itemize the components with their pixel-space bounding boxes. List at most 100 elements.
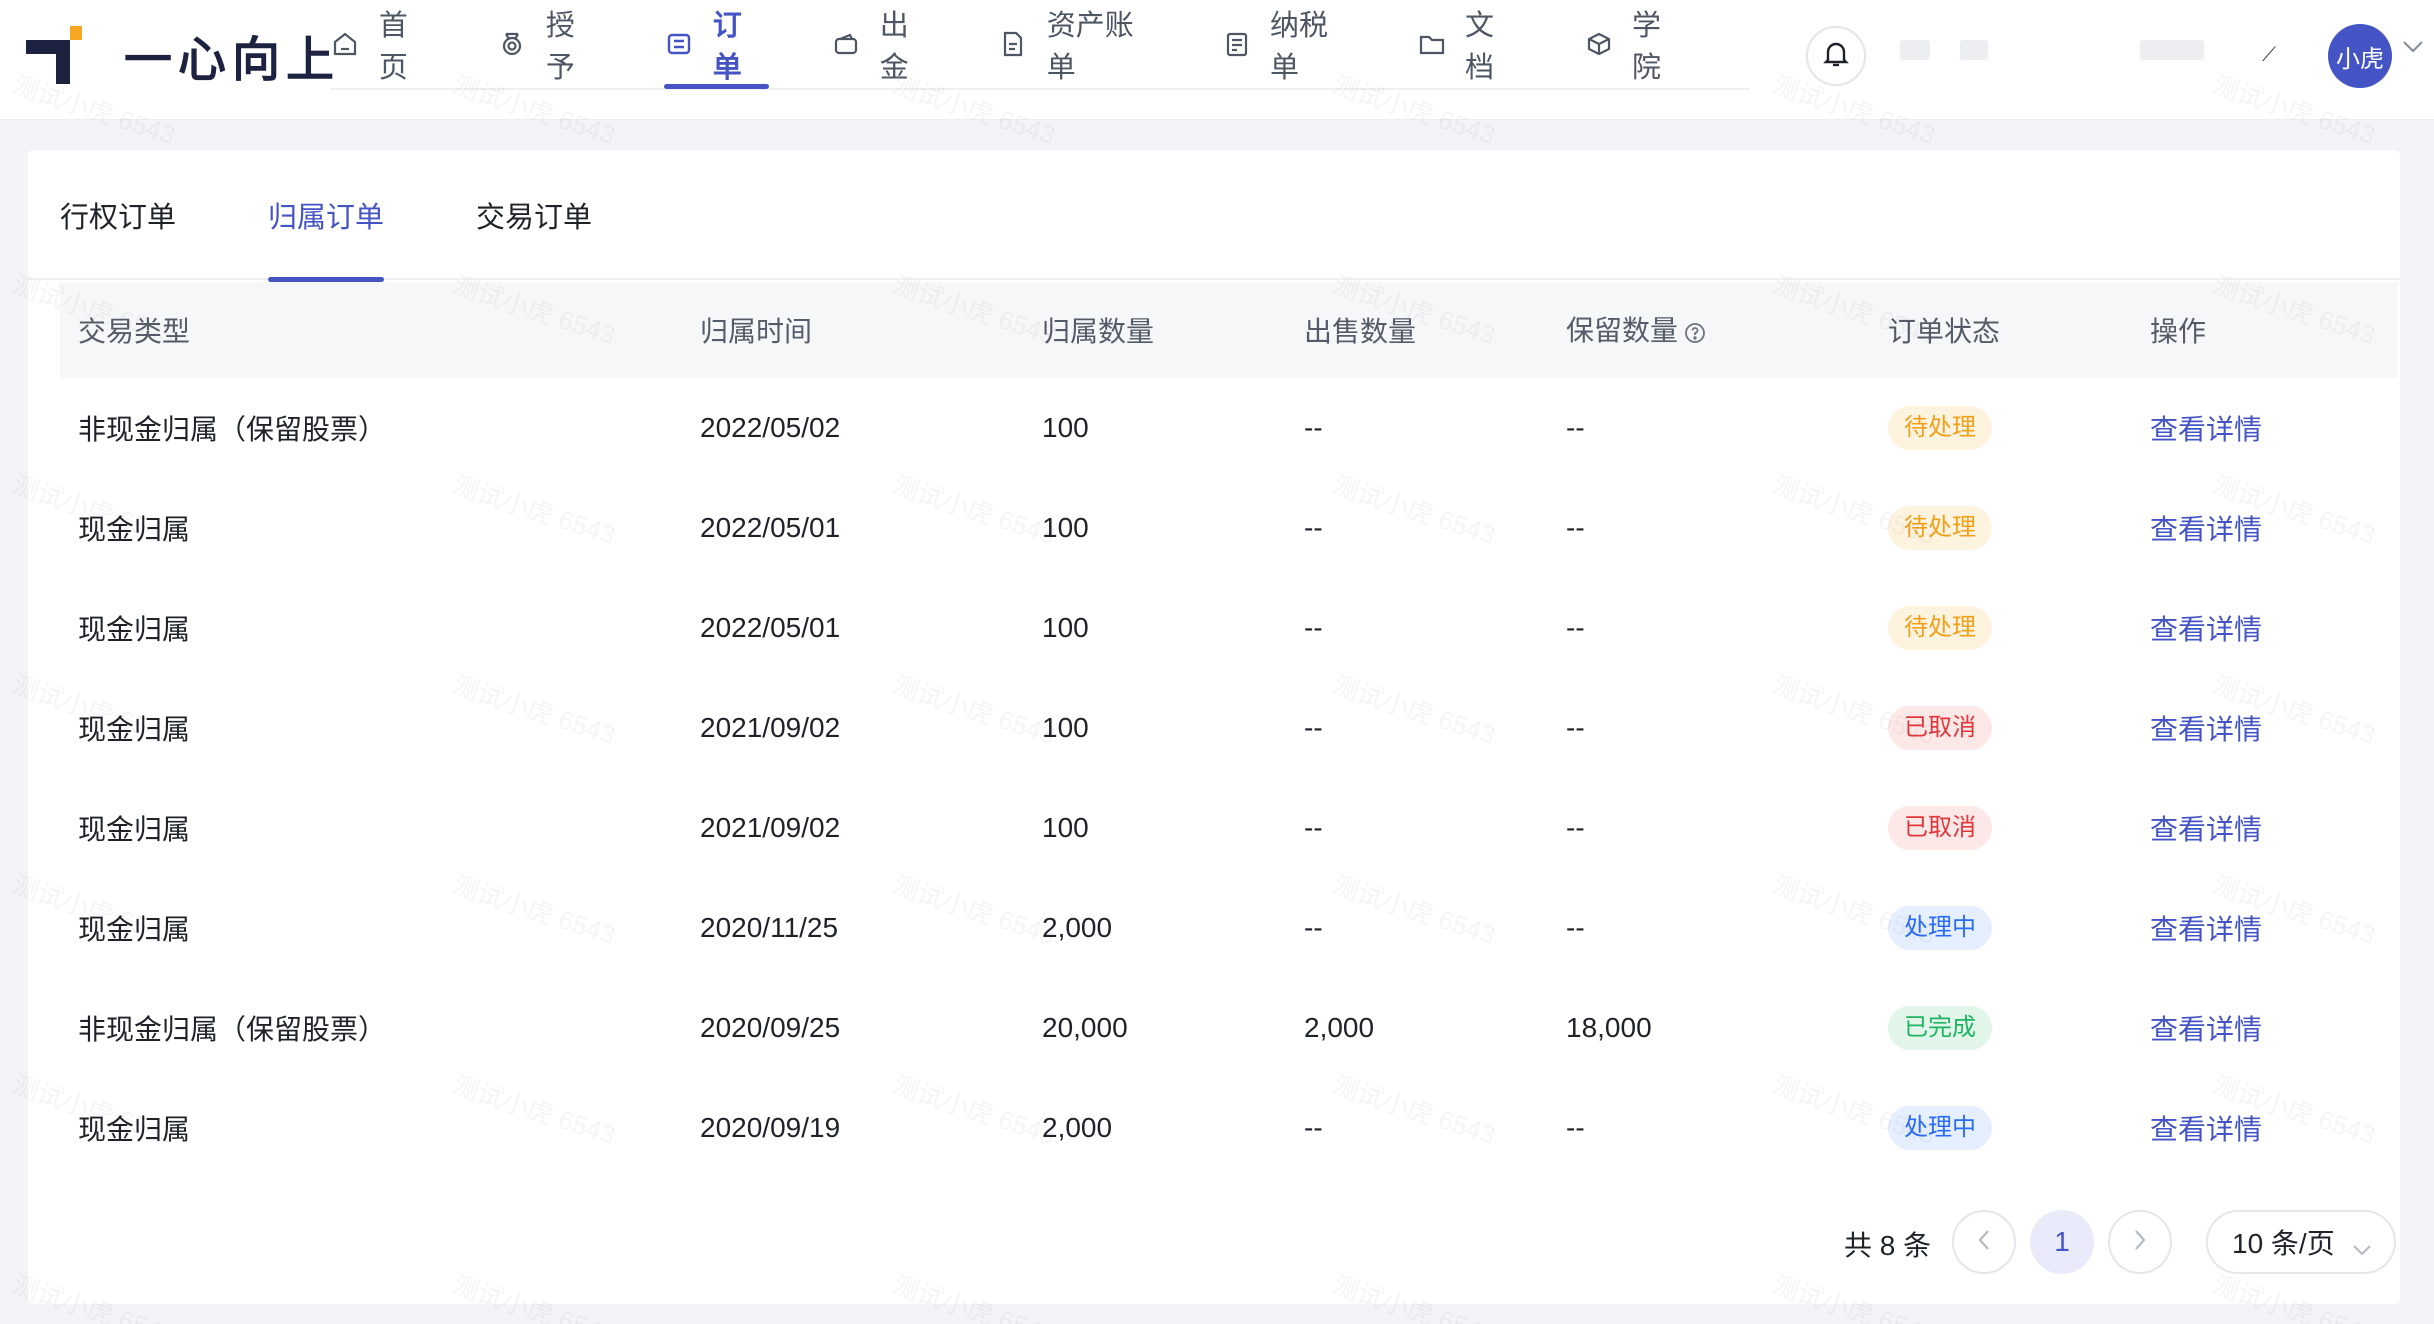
wallet-icon bbox=[831, 28, 862, 60]
cell-vesting-date: 2021/09/02 bbox=[700, 812, 841, 843]
notification-button[interactable] bbox=[1806, 26, 1866, 86]
cell-kept-quantity: -- bbox=[1566, 712, 1585, 743]
nav-item-home[interactable]: 首页 bbox=[330, 0, 435, 89]
chevron-down-icon[interactable] bbox=[2402, 40, 2424, 59]
cell-action: 查看详情 bbox=[2132, 378, 2398, 478]
edit-icon[interactable]: ⟋ bbox=[2262, 44, 2276, 67]
table-row: 现金归属 2021/09/02 100 -- -- 已取消 查看详情 bbox=[60, 678, 2398, 778]
cell-kept-quantity: 18,000 bbox=[1566, 1012, 1652, 1043]
view-details-link[interactable]: 查看详情 bbox=[2150, 914, 2262, 945]
nav-item-academy[interactable]: 学院 bbox=[1583, 0, 1688, 89]
cell-sold-quantity: -- bbox=[1304, 1112, 1323, 1143]
tax-icon bbox=[1221, 28, 1252, 60]
avatar[interactable]: 小虎 bbox=[2328, 24, 2392, 88]
nav-item-orders[interactable]: 订单 bbox=[663, 0, 769, 89]
tab-trade-orders[interactable]: 交易订单 bbox=[476, 194, 592, 280]
cell-vesting-quantity: 100 bbox=[1042, 712, 1089, 743]
logo-mark-icon bbox=[26, 24, 90, 86]
nav-item-grant[interactable]: 授予 bbox=[497, 0, 602, 89]
cell-order-status: 已完成 bbox=[1870, 978, 2132, 1078]
view-details-link[interactable]: 查看详情 bbox=[2150, 1014, 2262, 1045]
nav-label: 首页 bbox=[378, 10, 408, 84]
next-page-button[interactable] bbox=[2108, 1210, 2172, 1274]
cell-vesting-date: 2020/09/25 bbox=[700, 1012, 841, 1043]
cell-kept-quantity: -- bbox=[1566, 812, 1585, 843]
cell-sold-quantity: -- bbox=[1304, 812, 1323, 843]
status-badge: 已完成 bbox=[1888, 1006, 1992, 1050]
cell-transaction-type: 现金归属 bbox=[78, 714, 191, 745]
medal-icon bbox=[497, 28, 528, 60]
tab-exercise-orders[interactable]: 行权订单 bbox=[60, 194, 176, 280]
status-badge: 处理中 bbox=[1888, 906, 1992, 950]
cell-transaction-type: 现金归属 bbox=[78, 1114, 191, 1145]
cell-transaction-type: 现金归属 bbox=[78, 514, 191, 545]
table-row: 非现金归属（保留股票） 2022/05/02 100 -- -- 待处理 查看详情 bbox=[60, 378, 2398, 478]
cell-order-status: 待处理 bbox=[1870, 478, 2132, 578]
column-header: 操作 bbox=[2132, 282, 2398, 378]
table-row: 现金归属 2022/05/01 100 -- -- 待处理 查看详情 bbox=[60, 578, 2398, 678]
order-icon bbox=[664, 28, 695, 60]
view-details-link[interactable]: 查看详情 bbox=[2150, 614, 2262, 645]
cell-action: 查看详情 bbox=[2132, 478, 2398, 578]
cell-vesting-quantity: 20,000 bbox=[1042, 1012, 1128, 1043]
view-details-link[interactable]: 查看详情 bbox=[2150, 1114, 2262, 1145]
bell-icon bbox=[1822, 39, 1850, 74]
tab-vesting-orders[interactable]: 归属订单 bbox=[268, 194, 385, 282]
nav-label: 资产账单 bbox=[1046, 10, 1134, 84]
column-header: 交易类型 bbox=[60, 282, 682, 378]
view-details-link[interactable]: 查看详情 bbox=[2150, 514, 2262, 545]
cell-order-status: 已取消 bbox=[1870, 778, 2132, 878]
cell-order-status: 处理中 bbox=[1870, 878, 2132, 978]
cell-vesting-date: 2021/09/02 bbox=[700, 712, 841, 743]
cell-transaction-type: 非现金归属（保留股票） bbox=[78, 1014, 387, 1045]
nav-item-docs[interactable]: 文档 bbox=[1416, 0, 1521, 89]
status-badge: 待处理 bbox=[1888, 506, 1992, 550]
table-row: 非现金归属（保留股票） 2020/09/25 20,000 2,000 18,000 已完… bbox=[60, 978, 2398, 1078]
page-button-current[interactable]: 1 bbox=[2030, 1210, 2094, 1274]
view-details-link[interactable]: 查看详情 bbox=[2150, 414, 2262, 445]
main-nav: 首页 授予 订单 出金 资产账单 纳税单 文档 学院 bbox=[330, 0, 1750, 90]
cell-kept-quantity: -- bbox=[1566, 912, 1585, 943]
status-badge: 待处理 bbox=[1888, 406, 1992, 450]
prev-page-button[interactable] bbox=[1952, 1210, 2016, 1274]
cell-sold-quantity: -- bbox=[1304, 912, 1323, 943]
cell-action: 查看详情 bbox=[2132, 1078, 2398, 1178]
blurred-placeholder bbox=[2140, 40, 2204, 60]
table-row: 现金归属 2021/09/02 100 -- -- 已取消 查看详情 bbox=[60, 778, 2398, 878]
cell-kept-quantity: -- bbox=[1566, 512, 1585, 543]
order-tabs: 行权订单 归属订单 交易订单 bbox=[28, 150, 2400, 282]
cell-vesting-quantity: 100 bbox=[1042, 812, 1089, 843]
nav-label: 出金 bbox=[879, 10, 909, 84]
view-details-link[interactable]: 查看详情 bbox=[2150, 814, 2262, 845]
chevron-left-icon bbox=[1977, 1229, 1991, 1256]
cell-vesting-date: 2020/11/25 bbox=[700, 912, 839, 943]
table-row: 现金归属 2020/09/19 2,000 -- -- 处理中 查看详情 bbox=[60, 1078, 2398, 1178]
help-icon[interactable] bbox=[1684, 319, 1706, 351]
cell-transaction-type: 现金归属 bbox=[78, 914, 191, 945]
total-count: 共 8 条 bbox=[1844, 1230, 1932, 1261]
cell-transaction-type: 现金归属 bbox=[78, 614, 191, 645]
cell-vesting-quantity: 100 bbox=[1042, 612, 1089, 643]
brand-name: 一心向上 bbox=[124, 34, 341, 87]
cell-action: 查看详情 bbox=[2132, 678, 2398, 778]
table-row: 现金归属 2020/11/25 2,000 -- -- 处理中 查看详情 bbox=[60, 878, 2398, 978]
page-size-select[interactable]: 10 条/页 bbox=[2206, 1210, 2396, 1274]
nav-label: 订单 bbox=[712, 10, 742, 84]
cell-vesting-date: 2022/05/02 bbox=[700, 412, 841, 443]
cell-action: 查看详情 bbox=[2132, 978, 2398, 1078]
nav-item-withdraw[interactable]: 出金 bbox=[831, 0, 936, 89]
top-header: 一心向上 首页 授予 订单 出金 资产账单 纳税单 文档 学院 ⟋ 小虎 bbox=[0, 0, 2434, 120]
brand-logo[interactable]: 一心向上 bbox=[26, 24, 340, 87]
table-row: 现金归属 2022/05/01 100 -- -- 待处理 查看详情 bbox=[60, 478, 2398, 578]
chevron-down-icon bbox=[2352, 1232, 2372, 1264]
view-details-link[interactable]: 查看详情 bbox=[2150, 714, 2262, 745]
chevron-right-icon bbox=[2133, 1229, 2147, 1256]
cell-action: 查看详情 bbox=[2132, 578, 2398, 678]
nav-item-asset-bill[interactable]: 资产账单 bbox=[998, 0, 1159, 89]
academy-icon bbox=[1583, 28, 1614, 60]
vesting-orders-table: 交易类型 归属时间 归属数量 出售数量 保留数量 订单状态 操作 非现金归属（保… bbox=[60, 282, 2398, 1178]
cell-transaction-type: 现金归属 bbox=[78, 814, 191, 845]
nav-item-tax[interactable]: 纳税单 bbox=[1221, 0, 1354, 89]
cell-action: 查看详情 bbox=[2132, 878, 2398, 978]
status-badge: 待处理 bbox=[1888, 606, 1992, 650]
